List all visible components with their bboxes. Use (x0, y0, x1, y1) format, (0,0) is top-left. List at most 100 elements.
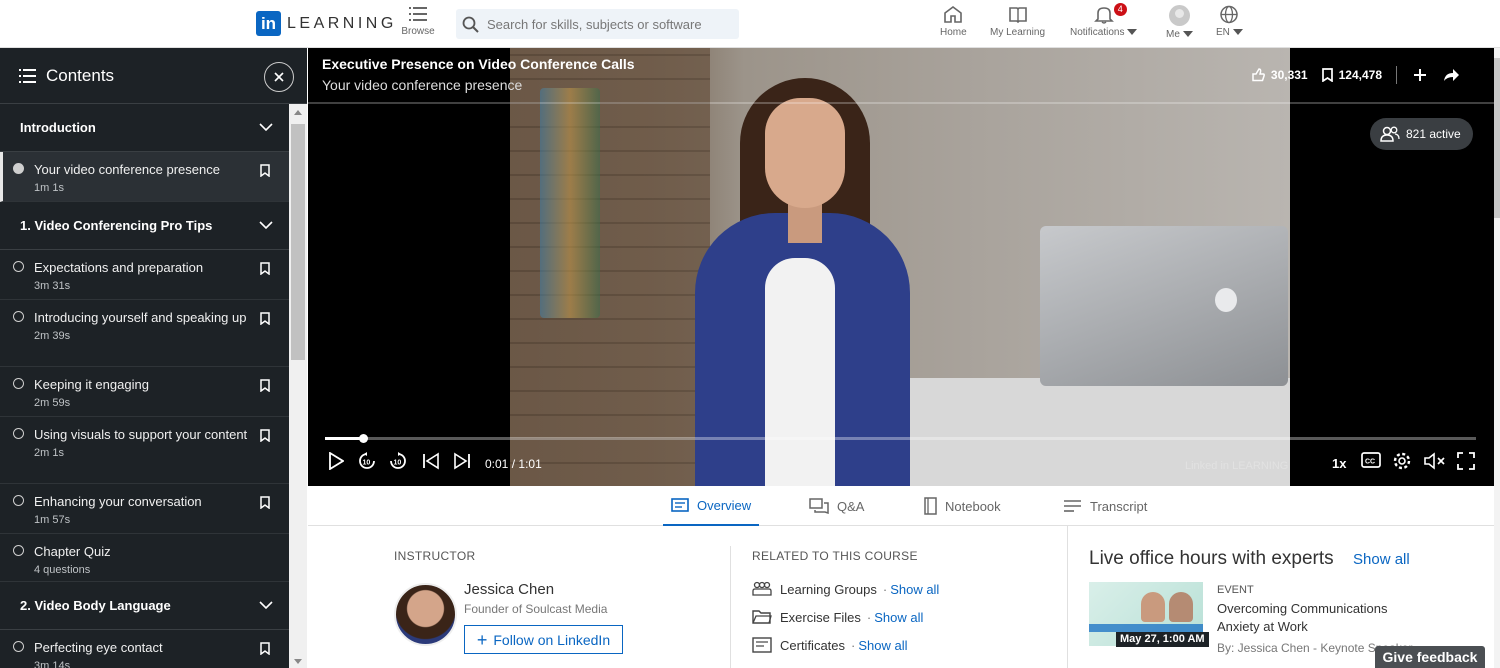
event-title[interactable]: Overcoming Communications Anxiety at Wor… (1217, 600, 1407, 636)
unwatched-circle-icon (13, 428, 24, 439)
related-item-exercise-files: Exercise Files · Show all (752, 609, 923, 625)
instructor-avatar[interactable] (394, 583, 457, 646)
rewind-10-icon[interactable]: 10 (358, 452, 376, 470)
svg-text:CC: CC (1365, 459, 1375, 466)
item-title: Perfecting eye contact (34, 640, 163, 655)
nav-me[interactable]: Me (1166, 5, 1193, 40)
save-button[interactable]: 124,478 (1321, 68, 1382, 82)
tab-transcript[interactable]: Transcript (1063, 486, 1147, 526)
closed-captions-icon[interactable]: CC (1361, 452, 1381, 468)
play-icon[interactable] (328, 452, 344, 470)
group-icon (752, 581, 772, 596)
tab-qa[interactable]: Q&A (809, 486, 864, 526)
apple-logo-icon (1215, 288, 1237, 312)
list-item[interactable]: Enhancing your conversation 1m 57s (0, 484, 289, 534)
browse-button[interactable]: Browse (398, 6, 438, 37)
section-video-conferencing-pro-tips[interactable]: 1. Video Conferencing Pro Tips (0, 202, 289, 250)
linkedin-logo-icon: in (256, 11, 281, 36)
share-icon[interactable] (1443, 68, 1460, 82)
video-player[interactable]: Executive Presence on Video Conference C… (308, 48, 1494, 486)
progress-bar[interactable] (325, 434, 1476, 443)
bookmark-icon[interactable] (260, 496, 270, 509)
current-time: 0:01 (485, 457, 509, 471)
my-learning-label: My Learning (990, 27, 1046, 38)
show-all-link[interactable]: Show all (890, 582, 939, 597)
related-item-title: Certificates (780, 637, 846, 653)
list-item[interactable]: Expectations and preparation 3m 31s (0, 250, 289, 300)
close-sidebar-button[interactable] (264, 62, 294, 92)
people-icon (1380, 126, 1400, 142)
settings-gear-icon[interactable] (1393, 452, 1411, 470)
divider (1396, 66, 1397, 84)
me-label: Me (1166, 29, 1180, 40)
linkedin-learning-logo[interactable]: in LEARNING (256, 11, 397, 36)
bookmark-icon[interactable] (260, 379, 270, 392)
scroll-up-arrow-icon[interactable] (294, 110, 302, 115)
nav-my-learning[interactable]: My Learning (990, 5, 1045, 38)
item-title: Expectations and preparation (34, 260, 204, 275)
give-feedback-button[interactable]: Give feedback (1375, 646, 1485, 668)
bookmark-icon[interactable] (260, 312, 270, 325)
sidebar-scrollbar[interactable] (289, 104, 307, 668)
list-item[interactable]: Using visuals to support your content 2m… (0, 417, 289, 484)
show-all-link[interactable]: Show all (858, 638, 907, 653)
bookmark-icon[interactable] (260, 642, 270, 655)
unwatched-circle-icon (13, 641, 24, 652)
transcript-icon (1064, 500, 1081, 512)
add-icon[interactable] (1413, 68, 1427, 82)
bookmark-icon[interactable] (260, 164, 270, 177)
section-video-body-language[interactable]: 2. Video Body Language (0, 582, 289, 630)
page-scrollbar[interactable] (1494, 48, 1500, 668)
chevron-up-icon (259, 123, 273, 131)
video-frame (510, 48, 1290, 486)
search-input[interactable] (487, 16, 727, 32)
item-duration: 4 questions (34, 564, 91, 576)
active-viewers-badge[interactable]: 821 active (1370, 118, 1473, 150)
separator-dot: · (866, 609, 872, 625)
list-item[interactable]: Your video conference presence 1m 1s (0, 152, 289, 202)
nav-home[interactable]: Home (940, 5, 967, 38)
follow-on-linkedin-button[interactable]: + Follow on LinkedIn (464, 625, 623, 654)
video-header-divider (308, 102, 1494, 104)
home-label: Home (940, 27, 967, 38)
video-title: Your video conference presence (322, 77, 523, 93)
bookmark-icon[interactable] (260, 429, 270, 442)
scroll-down-arrow-icon[interactable] (294, 659, 302, 664)
list-item[interactable]: Perfecting eye contact 3m 14s (0, 630, 289, 668)
section-introduction[interactable]: Introduction (0, 104, 289, 152)
mute-icon[interactable] (1424, 452, 1446, 470)
list-item[interactable]: Keeping it engaging 2m 59s (0, 367, 289, 417)
related-item-learning-groups: Learning Groups · Show all (752, 581, 939, 597)
live-show-all-link[interactable]: Show all (1353, 551, 1410, 568)
scrollbar-thumb[interactable] (291, 124, 305, 360)
tab-notebook[interactable]: Notebook (923, 486, 1001, 526)
next-icon[interactable] (453, 452, 471, 470)
unwatched-circle-icon (13, 495, 24, 506)
like-button[interactable]: 30,331 (1251, 68, 1308, 82)
bookmark-icon[interactable] (260, 262, 270, 275)
list-item[interactable]: Introducing yourself and speaking up 2m … (0, 300, 289, 367)
previous-icon[interactable] (422, 452, 440, 470)
list-item[interactable]: Chapter Quiz 4 questions (0, 534, 289, 582)
caret-down-icon (1182, 31, 1193, 38)
forward-10-icon[interactable]: 10 (389, 452, 407, 470)
item-duration: 1m 1s (34, 182, 64, 194)
save-count: 124,478 (1338, 68, 1382, 82)
nav-language[interactable]: EN (1216, 5, 1243, 38)
timecode: 0:01 / 1:01 (485, 457, 542, 471)
notebook-icon (924, 497, 937, 515)
progress-handle[interactable] (358, 434, 368, 443)
fullscreen-icon[interactable] (1457, 452, 1475, 470)
item-title: Enhancing your conversation (34, 494, 202, 509)
like-count: 30,331 (1270, 68, 1308, 82)
playback-speed-button[interactable]: 1x (1332, 456, 1346, 471)
page-scrollbar-thumb[interactable] (1494, 58, 1500, 218)
related-item-title: Exercise Files (780, 609, 861, 625)
tab-overview[interactable]: Overview (663, 486, 760, 526)
show-all-link[interactable]: Show all (874, 610, 923, 625)
separator-dot: · (882, 581, 888, 597)
nav-notifications[interactable]: 4 Notifications (1070, 3, 1138, 38)
search-bar[interactable] (456, 9, 739, 39)
item-title: Keeping it engaging (34, 377, 149, 392)
instructor-name[interactable]: Jessica Chen (464, 581, 554, 598)
